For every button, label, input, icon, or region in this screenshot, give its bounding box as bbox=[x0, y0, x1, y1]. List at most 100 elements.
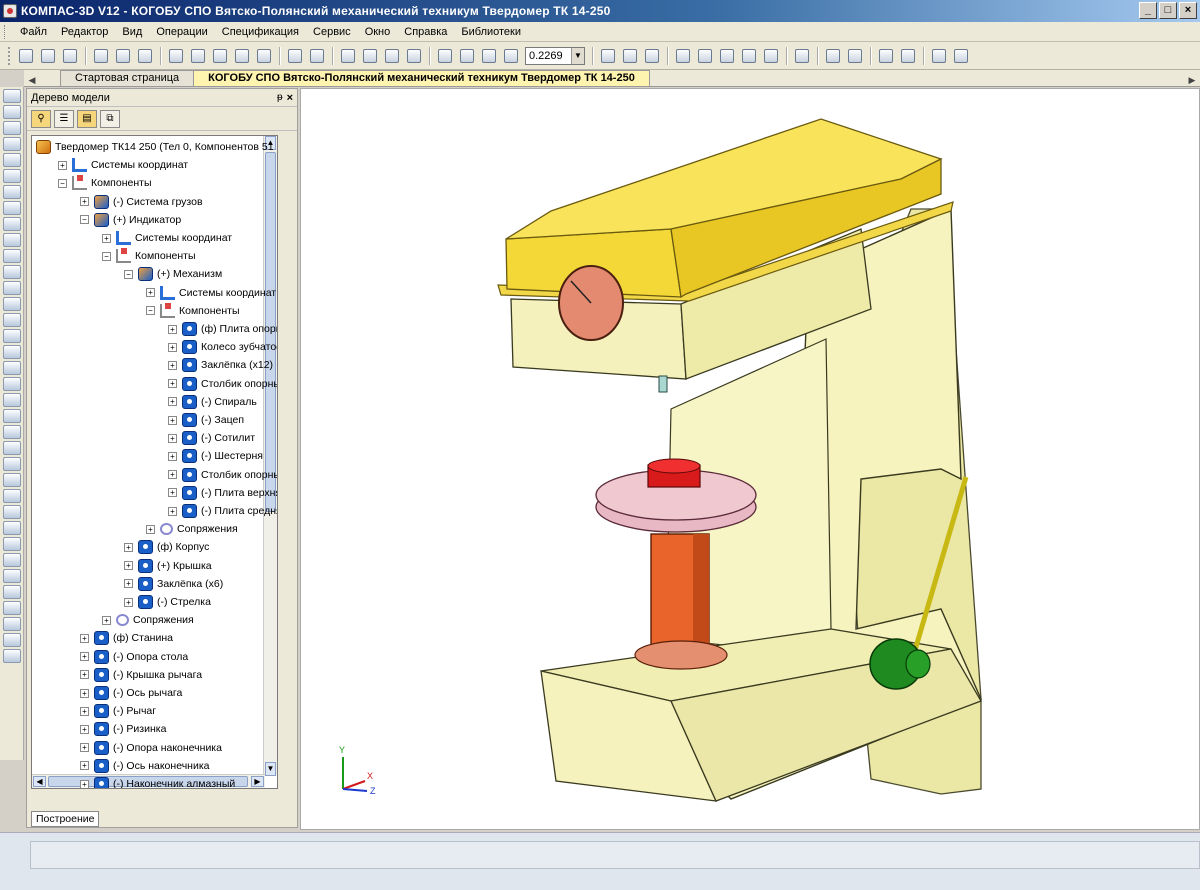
menu-specification[interactable]: Спецификация bbox=[215, 26, 306, 38]
zoom-in-button[interactable] bbox=[457, 46, 477, 66]
compact-tool-icon[interactable] bbox=[3, 281, 21, 295]
expand-icon[interactable]: + bbox=[80, 670, 89, 680]
expand-icon[interactable]: + bbox=[168, 360, 177, 370]
tree-item[interactable]: + Колесо зубчатое bbox=[168, 338, 277, 356]
tree-item[interactable]: − Компоненты bbox=[102, 247, 196, 265]
compact-tool-icon[interactable] bbox=[3, 505, 21, 519]
tab-scroll-right-icon[interactable]: ▶ bbox=[1184, 75, 1200, 86]
tree-item[interactable]: + (-) Ось рычага bbox=[80, 684, 182, 702]
collapse-icon[interactable]: − bbox=[102, 251, 111, 261]
paste-button[interactable] bbox=[210, 46, 230, 66]
tree-item[interactable]: − (+) Механизм bbox=[124, 265, 222, 283]
compact-tool-icon[interactable] bbox=[3, 585, 21, 599]
compact-tool-icon[interactable] bbox=[3, 121, 21, 135]
cut-button[interactable] bbox=[166, 46, 186, 66]
menu-operations[interactable]: Операции bbox=[149, 26, 214, 38]
tree-item[interactable]: + (-) Шестерня bbox=[168, 447, 263, 465]
menu-file[interactable]: Файл bbox=[13, 26, 54, 38]
manager-button[interactable] bbox=[254, 46, 274, 66]
tree-item[interactable]: + (-) Спираль bbox=[168, 393, 257, 411]
expand-icon[interactable]: + bbox=[168, 451, 177, 461]
compact-tool-icon[interactable] bbox=[3, 153, 21, 167]
tree-item[interactable]: + Столбик опорный bbox=[168, 375, 277, 393]
expand-icon[interactable]: + bbox=[168, 470, 177, 480]
expand-icon[interactable]: + bbox=[80, 197, 89, 207]
redo-button[interactable] bbox=[307, 46, 327, 66]
compact-tool-icon[interactable] bbox=[3, 537, 21, 551]
tree-structure-button[interactable]: ☰ bbox=[54, 109, 74, 128]
expand-icon[interactable]: + bbox=[124, 561, 133, 571]
compact-tool-icon[interactable] bbox=[3, 217, 21, 231]
wireframe-button[interactable] bbox=[673, 46, 693, 66]
compact-tool-icon[interactable] bbox=[3, 361, 21, 375]
compact-tool-icon[interactable] bbox=[3, 393, 21, 407]
tab-tverdomer-document[interactable]: КОГОБУ СПО Вятско-Полянский механический… bbox=[193, 70, 650, 86]
tree-item[interactable]: + Системы координат bbox=[58, 156, 188, 174]
expand-icon[interactable]: + bbox=[168, 488, 177, 498]
expand-icon[interactable]: + bbox=[80, 706, 89, 716]
expand-icon[interactable]: + bbox=[80, 633, 89, 643]
fx-button[interactable] bbox=[382, 46, 402, 66]
compact-tool-icon[interactable] bbox=[3, 441, 21, 455]
tree-item[interactable]: + (-) Ризинка bbox=[80, 720, 166, 738]
orientation-button[interactable] bbox=[642, 46, 662, 66]
print-button[interactable] bbox=[91, 46, 111, 66]
tree-view-button[interactable]: ▤ bbox=[77, 109, 97, 128]
undo-button[interactable] bbox=[285, 46, 305, 66]
tree-item[interactable]: + (-) Плита верхняя bbox=[168, 484, 277, 502]
tree-item[interactable]: − Компоненты bbox=[58, 174, 152, 192]
tree-item[interactable]: + (-) Опора наконечника bbox=[80, 739, 222, 757]
expand-icon[interactable]: + bbox=[124, 597, 133, 607]
library-button[interactable] bbox=[876, 46, 896, 66]
open-button[interactable] bbox=[38, 46, 58, 66]
compact-tool-icon[interactable] bbox=[3, 169, 21, 183]
expand-icon[interactable]: + bbox=[124, 542, 133, 552]
filter-button[interactable] bbox=[823, 46, 843, 66]
hidden-lines-button[interactable] bbox=[695, 46, 715, 66]
print-preview-button[interactable] bbox=[113, 46, 133, 66]
pin-icon[interactable]: ᵽ bbox=[277, 92, 283, 103]
tree-item[interactable]: + (-) Опора стола bbox=[80, 648, 188, 666]
close-panel-button[interactable]: × bbox=[287, 92, 293, 104]
compact-tool-icon[interactable] bbox=[3, 473, 21, 487]
expand-icon[interactable]: + bbox=[80, 688, 89, 698]
format-button[interactable] bbox=[232, 46, 252, 66]
expand-icon[interactable]: + bbox=[168, 324, 177, 334]
tree-item[interactable]: + Системы координат bbox=[102, 229, 232, 247]
tree-item[interactable]: + Сопряжения bbox=[146, 520, 238, 538]
tree-item[interactable]: + Столбик опорный bbox=[168, 466, 277, 484]
tree-item[interactable]: + (-) Стрелка bbox=[124, 593, 211, 611]
tree-item[interactable]: + Заклёпка (x12) bbox=[168, 356, 273, 374]
tree-item[interactable]: + Системы координат bbox=[146, 284, 276, 302]
collapse-icon[interactable]: − bbox=[146, 306, 155, 316]
menu-libraries[interactable]: Библиотеки bbox=[454, 26, 528, 38]
tree-item[interactable]: − (+) Индикатор bbox=[80, 211, 181, 229]
expand-icon[interactable]: + bbox=[124, 579, 133, 589]
compact-tool-icon[interactable] bbox=[3, 89, 21, 103]
expand-icon[interactable]: + bbox=[168, 342, 177, 352]
scroll-down-icon[interactable]: ▼ bbox=[265, 762, 276, 776]
tree-item[interactable]: + (-) Плита средняя bbox=[168, 502, 277, 520]
collapse-icon[interactable]: − bbox=[80, 215, 89, 225]
tree-item[interactable]: + (-) Крышка рычага bbox=[80, 666, 202, 684]
tree-toggle-button[interactable] bbox=[338, 46, 358, 66]
shaded-edges-button[interactable] bbox=[761, 46, 781, 66]
compact-tool-icon[interactable] bbox=[3, 601, 21, 615]
tree-item[interactable]: + (-) Наконечник алмазный bbox=[80, 775, 235, 788]
tree-item[interactable]: + (ф) Станина bbox=[80, 629, 173, 647]
chevron-down-icon[interactable]: ▼ bbox=[571, 47, 584, 64]
thin-lines-button[interactable] bbox=[717, 46, 737, 66]
compact-tool-icon[interactable] bbox=[3, 521, 21, 535]
tree-item[interactable]: + (+) Крышка bbox=[124, 557, 212, 575]
expand-icon[interactable]: + bbox=[146, 288, 155, 298]
copy-button[interactable] bbox=[188, 46, 208, 66]
help-pointer-button[interactable] bbox=[404, 46, 424, 66]
close-button[interactable]: × bbox=[1179, 2, 1197, 19]
collapse-icon[interactable]: − bbox=[58, 178, 67, 188]
compact-tool-icon[interactable] bbox=[3, 489, 21, 503]
model-viewport[interactable]: Y X Z bbox=[300, 88, 1200, 830]
zoom-scale-select[interactable]: 0.2269 ▼ bbox=[525, 46, 585, 65]
tree-item[interactable]: + (-) Сотилит bbox=[168, 429, 255, 447]
menu-service[interactable]: Сервис bbox=[306, 26, 358, 38]
tab-scroll-left-icon[interactable]: ◀ bbox=[24, 75, 40, 86]
